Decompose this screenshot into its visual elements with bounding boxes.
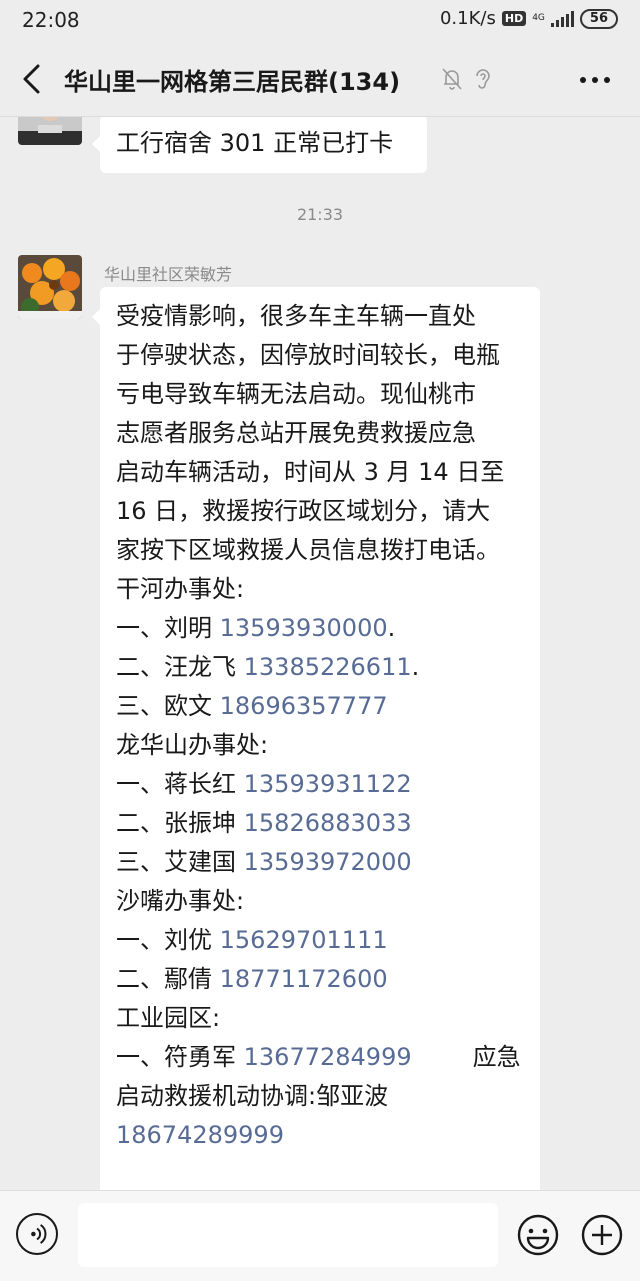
message-segment: 龙华山办事处: — [116, 731, 269, 759]
message-segment: 启动车辆活动，时间从 3 月 14 日至 — [116, 458, 505, 486]
message-segment: 于停驶状态，因停放时间较长，电瓶 — [116, 341, 500, 369]
message-line: 二、汪龙飞 13385226611. — [116, 648, 536, 687]
message-line: 志愿者服务总站开展免费救援应急 — [116, 414, 536, 453]
emoji-icon[interactable] — [516, 1213, 560, 1257]
ear-icon — [476, 69, 490, 89]
avatar[interactable] — [18, 255, 82, 319]
message-segment: 亏电导致车辆无法启动。现仙桃市 — [116, 380, 476, 408]
message-segment: 启动救援机动协调:邹亚波 — [116, 1082, 389, 1110]
message-line: 家按下区域救援人员信息拨打电话。 — [116, 531, 536, 570]
message-segment: 一、刘明 — [116, 614, 220, 642]
message-line: 三、欧文 18696357777 — [116, 687, 536, 726]
chat-area[interactable]: 工行宿舍 301 正常已打卡 21:33 华山里社区荣敏芳 受疫情影响，很多车主… — [0, 117, 640, 1190]
message-segment: 家按下区域救援人员信息拨打电话。 — [116, 536, 500, 564]
message-text: 工行宿舍 301 正常已打卡 — [116, 129, 394, 157]
message-segment: 干河办事处: — [116, 575, 245, 603]
message-segment: 16 日，救援按行政区域划分，请大 — [116, 497, 491, 525]
message-segment: 工业园区: — [116, 1004, 221, 1032]
message-segment: 二、张振坤 — [116, 809, 244, 837]
message-line: 一、蒋长红 13593931122 — [116, 765, 536, 804]
phone-number-link[interactable]: 13677284999 — [244, 1043, 412, 1071]
message-text: 受疫情影响，很多车主车辆一直处 于停驶状态，因停放时间较长，电瓶 亏电导致车辆无法启… — [116, 297, 536, 1155]
message-timestamp: 21:33 — [296, 205, 344, 224]
plus-circle-icon[interactable] — [580, 1213, 624, 1257]
status-icons: 0.1K/s HD 4G 56 — [440, 8, 618, 29]
message-line: 一、刘优 15629701111 — [116, 921, 536, 960]
battery-icon: 56 — [579, 8, 618, 29]
message-segment: 志愿者服务总站开展免费救援应急 — [116, 419, 476, 447]
message-segment: 三、艾建国 — [116, 848, 244, 876]
message-segment: 二、鄢倩 — [116, 965, 220, 993]
message-line: 干河办事处: — [116, 570, 536, 609]
status-time: 22:08 — [22, 8, 80, 32]
chat-title: 华山里一网格第三居民群(134) — [64, 68, 401, 96]
message-segment: . — [387, 614, 396, 642]
message-line: 一、刘明 13593930000. — [116, 609, 536, 648]
phone-number-link[interactable]: 15629701111 — [220, 926, 388, 954]
status-bar: 22:08 0.1K/s HD 4G 56 — [0, 0, 640, 40]
bell-off-icon — [442, 68, 462, 90]
hd-badge: HD — [501, 11, 527, 26]
network-type: 4G — [532, 13, 545, 23]
chat-header: 华山里一网格第三居民群(134) — [0, 40, 640, 118]
message-segment: 一、蒋长红 — [116, 770, 244, 798]
phone-number-link[interactable]: 13593931122 — [244, 770, 412, 798]
phone-number-link[interactable]: 18674289999 — [116, 1121, 284, 1149]
message-segment: . — [411, 653, 420, 681]
message-segment: 沙嘴办事处: — [116, 887, 245, 915]
message-line: 受疫情影响，很多车主车辆一直处 — [116, 297, 536, 336]
message-segment: 三、欧文 — [116, 692, 220, 720]
message-line: 二、张振坤 15826883033 — [116, 804, 536, 843]
input-bar — [0, 1190, 640, 1281]
voice-icon[interactable] — [16, 1213, 58, 1255]
message-line: 工业园区: — [116, 999, 536, 1038]
message-line: 启动车辆活动，时间从 3 月 14 日至 — [116, 453, 536, 492]
message-bubble[interactable]: 受疫情影响，很多车主车辆一直处 于停驶状态，因停放时间较长，电瓶 亏电导致车辆无法启… — [92, 287, 540, 1190]
message-line: 于停驶状态，因停放时间较长，电瓶 — [116, 336, 536, 375]
chevron-left-icon[interactable] — [18, 62, 48, 96]
phone-number-link[interactable]: 13593930000 — [220, 614, 388, 642]
message-segment: 受疫情影响，很多车主车辆一直处 — [116, 302, 476, 330]
phone-number-link[interactable]: 15826883033 — [244, 809, 412, 837]
signal-icon — [550, 10, 574, 27]
message-segment: 一、刘优 — [116, 926, 220, 954]
message-line: 三、艾建国 13593972000 — [116, 843, 536, 882]
message-line: 18674289999 — [116, 1116, 536, 1155]
message-line: 龙华山办事处: — [116, 726, 536, 765]
more-dots-icon[interactable] — [578, 70, 612, 90]
message-line: 沙嘴办事处: — [116, 882, 536, 921]
phone-number-link[interactable]: 18771172600 — [220, 965, 388, 993]
avatar[interactable] — [18, 117, 82, 145]
message-line: 启动救援机动协调:邹亚波 — [116, 1077, 536, 1116]
network-speed: 0.1K/s — [439, 8, 496, 29]
message-bubble[interactable]: 工行宿舍 301 正常已打卡 — [92, 117, 427, 173]
message-line: 16 日，救援按行政区域划分，请大 — [116, 492, 536, 531]
message-input[interactable] — [78, 1203, 498, 1267]
message-segment: 二、汪龙飞 — [116, 653, 244, 681]
phone-number-link[interactable]: 13593972000 — [244, 848, 412, 876]
message-segment: 应急 — [411, 1043, 521, 1071]
sender-name: 华山里社区荣敏芳 — [104, 265, 233, 284]
message-line: 一、符勇军 13677284999 应急 — [116, 1038, 536, 1077]
phone-number-link[interactable]: 18696357777 — [220, 692, 388, 720]
message-segment: 一、符勇军 — [116, 1043, 244, 1071]
phone-number-link[interactable]: 13385226611 — [244, 653, 412, 681]
message-line: 亏电导致车辆无法启动。现仙桃市 — [116, 375, 536, 414]
message-line: 二、鄢倩 18771172600 — [116, 960, 536, 999]
